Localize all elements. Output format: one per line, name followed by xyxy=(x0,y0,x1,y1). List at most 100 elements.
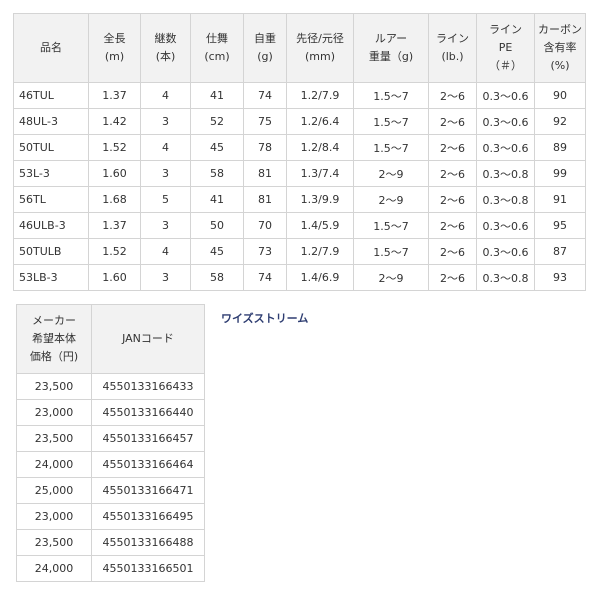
spec-cell: 1.37 xyxy=(88,82,141,109)
spec-cell: 0.3～0.6 xyxy=(476,134,535,161)
spec-cell: 1.5～7 xyxy=(353,108,429,135)
spec-cell: 53LB-3 xyxy=(13,264,89,291)
spec-cell: 0.3～0.8 xyxy=(476,186,535,213)
spec-cell: 4 xyxy=(140,82,191,109)
price-body: 23,500 4550133166433 23,000 4550133166440 23… xyxy=(16,373,205,582)
spec-header-text: (lb.) xyxy=(441,50,464,63)
spec-cell: 1.4/5.9 xyxy=(286,212,354,239)
price-cell: 4550133166471 xyxy=(91,477,205,504)
spec-cell: 74 xyxy=(243,264,287,291)
spec-header-text: 全長 xyxy=(103,32,126,45)
table-row: 50TULB 1.52 4 45 73 1.2/7.9 1.5～7 2～6 0.3～0.6 87 xyxy=(13,238,586,265)
table-row: 56TL 1.68 5 41 81 1.3/9.9 2～9 2～6 0.3～0.8 91 xyxy=(13,186,586,213)
spec-cell: 41 xyxy=(190,186,244,213)
spec-header-text: PE xyxy=(498,41,513,54)
spec-header-cell: 継数 (本) xyxy=(140,13,191,83)
table-row: 48UL-3 1.42 3 52 75 1.2/6.4 1.5～7 2～6 0.3～0.6 92 xyxy=(13,108,586,135)
spec-cell: 95 xyxy=(534,212,586,239)
spec-cell: 1.2/6.4 xyxy=(286,108,354,135)
price-cell: 25,000 xyxy=(16,477,92,504)
spec-cell: 81 xyxy=(243,186,287,213)
spec-header-cell: ライン PE （＃） xyxy=(476,13,535,83)
price-header-text: 希望本体 xyxy=(32,332,76,345)
table-row: 23,000 4550133166440 xyxy=(16,399,205,426)
spec-header-text: (%) xyxy=(550,59,570,72)
spec-cell: 1.5～7 xyxy=(353,134,429,161)
spec-cell: 92 xyxy=(534,108,586,135)
spec-header-text: (本) xyxy=(155,50,176,63)
spec-cell: 73 xyxy=(243,238,287,265)
spec-header-text: 継数 xyxy=(154,32,177,45)
spec-cell: 41 xyxy=(190,82,244,109)
price-cell: 23,000 xyxy=(16,503,92,530)
spec-cell: 1.52 xyxy=(88,134,141,161)
spec-table: 品名 全長 (m) 継数 (本) 仕舞 (cm) 自重 (g) 先径/元径 (mm) ルアー 重量（g)… xyxy=(13,13,586,291)
spec-header-text: (cm) xyxy=(204,50,230,63)
price-header-text: メーカー xyxy=(32,314,76,327)
spec-cell: 50 xyxy=(190,212,244,239)
price-cell: 24,000 xyxy=(16,555,92,582)
spec-header-text: 重量（g) xyxy=(368,50,414,63)
series-link[interactable]: ワイズストリーム xyxy=(221,310,308,326)
spec-header-cell: カーボン含有率 (%) xyxy=(534,13,586,83)
spec-header-text: 自重 xyxy=(254,32,276,45)
spec-header-text: (mm) xyxy=(304,50,335,63)
table-row: 53LB-3 1.60 3 58 74 1.4/6.9 2～9 2～6 0.3～0.8 93 xyxy=(13,264,586,291)
price-cell: 4550133166457 xyxy=(91,425,205,452)
spec-cell: 52 xyxy=(190,108,244,135)
table-row: 46TUL 1.37 4 41 74 1.2/7.9 1.5～7 2～6 0.3～0.6 90 xyxy=(13,82,586,109)
spec-cell: 2～9 xyxy=(353,160,429,187)
spec-header-text: カーボン xyxy=(538,23,582,36)
spec-cell: 70 xyxy=(243,212,287,239)
spec-cell: 2～6 xyxy=(428,160,477,187)
spec-cell: 1.5～7 xyxy=(353,82,429,109)
spec-cell: 1.37 xyxy=(88,212,141,239)
spec-cell: 1.4/6.9 xyxy=(286,264,354,291)
spec-cell: 75 xyxy=(243,108,287,135)
spec-cell: 1.3/9.9 xyxy=(286,186,354,213)
spec-cell: 74 xyxy=(243,82,287,109)
spec-cell: 1.2/7.9 xyxy=(286,82,354,109)
spec-cell: 50TUL xyxy=(13,134,89,161)
price-header-text: 価格（円) xyxy=(29,350,79,363)
spec-cell: 4 xyxy=(140,134,191,161)
spec-cell: 2～9 xyxy=(353,186,429,213)
spec-cell: 78 xyxy=(243,134,287,161)
spec-cell: 45 xyxy=(190,238,244,265)
spec-cell: 48UL-3 xyxy=(13,108,89,135)
table-row: 23,500 4550133166457 xyxy=(16,425,205,452)
price-cell: 23,500 xyxy=(16,373,92,400)
price-cell: 4550133166488 xyxy=(91,529,205,556)
spec-cell: 0.3～0.6 xyxy=(476,82,535,109)
spec-header-text: 含有率 xyxy=(543,41,577,54)
spec-header-text: ライン xyxy=(436,32,469,45)
price-header-row: メーカー希望本体価格（円) JANコード xyxy=(16,304,205,374)
spec-cell: 99 xyxy=(534,160,586,187)
table-row: 23,500 4550133166433 xyxy=(16,373,205,400)
spec-cell: 56TL xyxy=(13,186,89,213)
spec-cell: 87 xyxy=(534,238,586,265)
spec-cell: 0.3～0.6 xyxy=(476,108,535,135)
spec-cell: 91 xyxy=(534,186,586,213)
spec-cell: 2～6 xyxy=(428,238,477,265)
table-row: 24,000 4550133166464 xyxy=(16,451,205,478)
price-cell: 4550133166433 xyxy=(91,373,205,400)
price-cell: 4550133166464 xyxy=(91,451,205,478)
spec-header-cell: 先径/元径 (mm) xyxy=(286,13,354,83)
price-cell: 4550133166501 xyxy=(91,555,205,582)
spec-cell: 1.3/7.4 xyxy=(286,160,354,187)
spec-cell: 45 xyxy=(190,134,244,161)
table-row: 25,000 4550133166471 xyxy=(16,477,205,504)
spec-cell: 1.5～7 xyxy=(353,212,429,239)
price-header-cell: JANコード xyxy=(91,304,205,374)
spec-header-cell: 品名 xyxy=(13,13,89,83)
spec-cell: 50TULB xyxy=(13,238,89,265)
spec-cell: 81 xyxy=(243,160,287,187)
spec-header-text: 品名 xyxy=(40,41,62,54)
spec-header-text: (m) xyxy=(104,50,125,63)
price-table: メーカー 希望本体 価格（円) JANコード 23,500 4550133166433 2… xyxy=(16,304,205,582)
spec-cell: 5 xyxy=(140,186,191,213)
spec-header-cell: 全長 (m) xyxy=(88,13,141,83)
price-header-text: JANコード xyxy=(122,332,174,345)
spec-header-row: 品名 全長 (m) 継数 (本) 仕舞 (cm) 自重 (g) 先径/元径 (mm) ルアー 重量（g)… xyxy=(13,13,586,83)
